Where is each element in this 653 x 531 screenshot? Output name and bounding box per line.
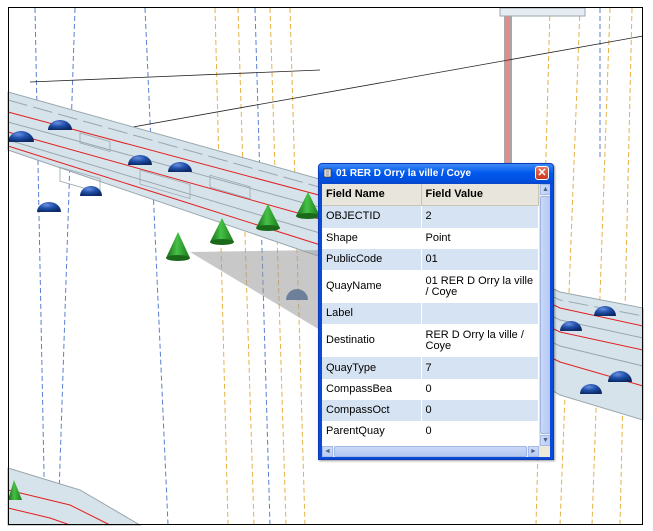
- field-name-cell: Destinatio: [322, 324, 422, 357]
- field-name-cell: CompassOct: [322, 400, 422, 421]
- table-row[interactable]: ParentQuay 0: [322, 421, 539, 442]
- field-name-cell: Label: [322, 303, 422, 324]
- scrollbar-corner: [539, 446, 550, 457]
- horizontal-scroll-thumb[interactable]: [334, 446, 527, 457]
- field-name-cell: CompassBea: [322, 379, 422, 400]
- table-row[interactable]: QuayName 01 RER D Orry la ville / Coye: [322, 270, 539, 303]
- field-value-cell: RER D Orry la ville / Coye: [421, 324, 539, 357]
- field-name-cell: QuayType: [322, 357, 422, 379]
- field-name-cell: ParentQuay: [322, 421, 422, 442]
- table-row[interactable]: PublicCode 01: [322, 249, 539, 270]
- table-header-row: Field Name Field Value: [322, 184, 539, 206]
- window-title: 01 RER D Orry la ville / Coye: [336, 168, 472, 179]
- vertical-scrollbar[interactable]: ▲ ▼: [539, 184, 550, 446]
- close-button[interactable]: ✕: [535, 166, 549, 180]
- field-value-cell: [421, 303, 539, 324]
- window-titlebar[interactable]: 01 RER D Orry la ville / Coye ✕: [319, 164, 553, 184]
- field-value-cell: 0: [421, 421, 539, 442]
- scroll-down-button[interactable]: ▼: [540, 435, 550, 446]
- platform-lower-left: [7, 467, 142, 526]
- table-row[interactable]: Shape Point: [322, 228, 539, 249]
- table-row[interactable]: OBJECTID 2: [322, 205, 539, 228]
- table-row[interactable]: QuayType 7: [322, 357, 539, 379]
- identify-icon: [323, 168, 332, 178]
- field-name-cell: QuayName: [322, 270, 422, 303]
- horizontal-scrollbar[interactable]: ◄ ►: [322, 446, 539, 457]
- field-name-cell: PublicCode: [322, 249, 422, 270]
- scroll-up-button[interactable]: ▲: [540, 184, 550, 195]
- column-header-field-value[interactable]: Field Value: [421, 184, 539, 206]
- table-row[interactable]: Label: [322, 303, 539, 324]
- field-name-cell: OBJECTID: [322, 205, 422, 228]
- vertical-scroll-thumb[interactable]: [540, 196, 550, 434]
- identify-window[interactable]: 01 RER D Orry la ville / Coye ✕ Field Na…: [318, 163, 554, 460]
- attribute-table: Field Name Field Value OBJECTID 2 Shape …: [322, 184, 539, 442]
- field-value-cell: 2: [421, 205, 539, 228]
- table-row[interactable]: CompassBea 0: [322, 379, 539, 400]
- column-header-field-name[interactable]: Field Name: [322, 184, 422, 206]
- field-value-cell: 0: [421, 400, 539, 421]
- field-name-cell: Shape: [322, 228, 422, 249]
- field-value-cell: Point: [421, 228, 539, 249]
- field-value-cell: 0: [421, 379, 539, 400]
- scroll-right-button[interactable]: ►: [528, 446, 539, 457]
- upper-slab: [499, 7, 586, 17]
- stop-cone: [166, 232, 190, 261]
- scroll-left-button[interactable]: ◄: [322, 446, 333, 457]
- attribute-panel: Field Name Field Value OBJECTID 2 Shape …: [322, 184, 550, 457]
- field-value-cell: 7: [421, 357, 539, 379]
- red-vertical-lines: [506, 8, 510, 175]
- field-value-cell: 01 RER D Orry la ville / Coye: [421, 270, 539, 303]
- field-value-cell: 01: [421, 249, 539, 270]
- table-row[interactable]: CompassOct 0: [322, 400, 539, 421]
- quay-marker: [37, 202, 61, 212]
- table-row[interactable]: Destinatio RER D Orry la ville / Coye: [322, 324, 539, 357]
